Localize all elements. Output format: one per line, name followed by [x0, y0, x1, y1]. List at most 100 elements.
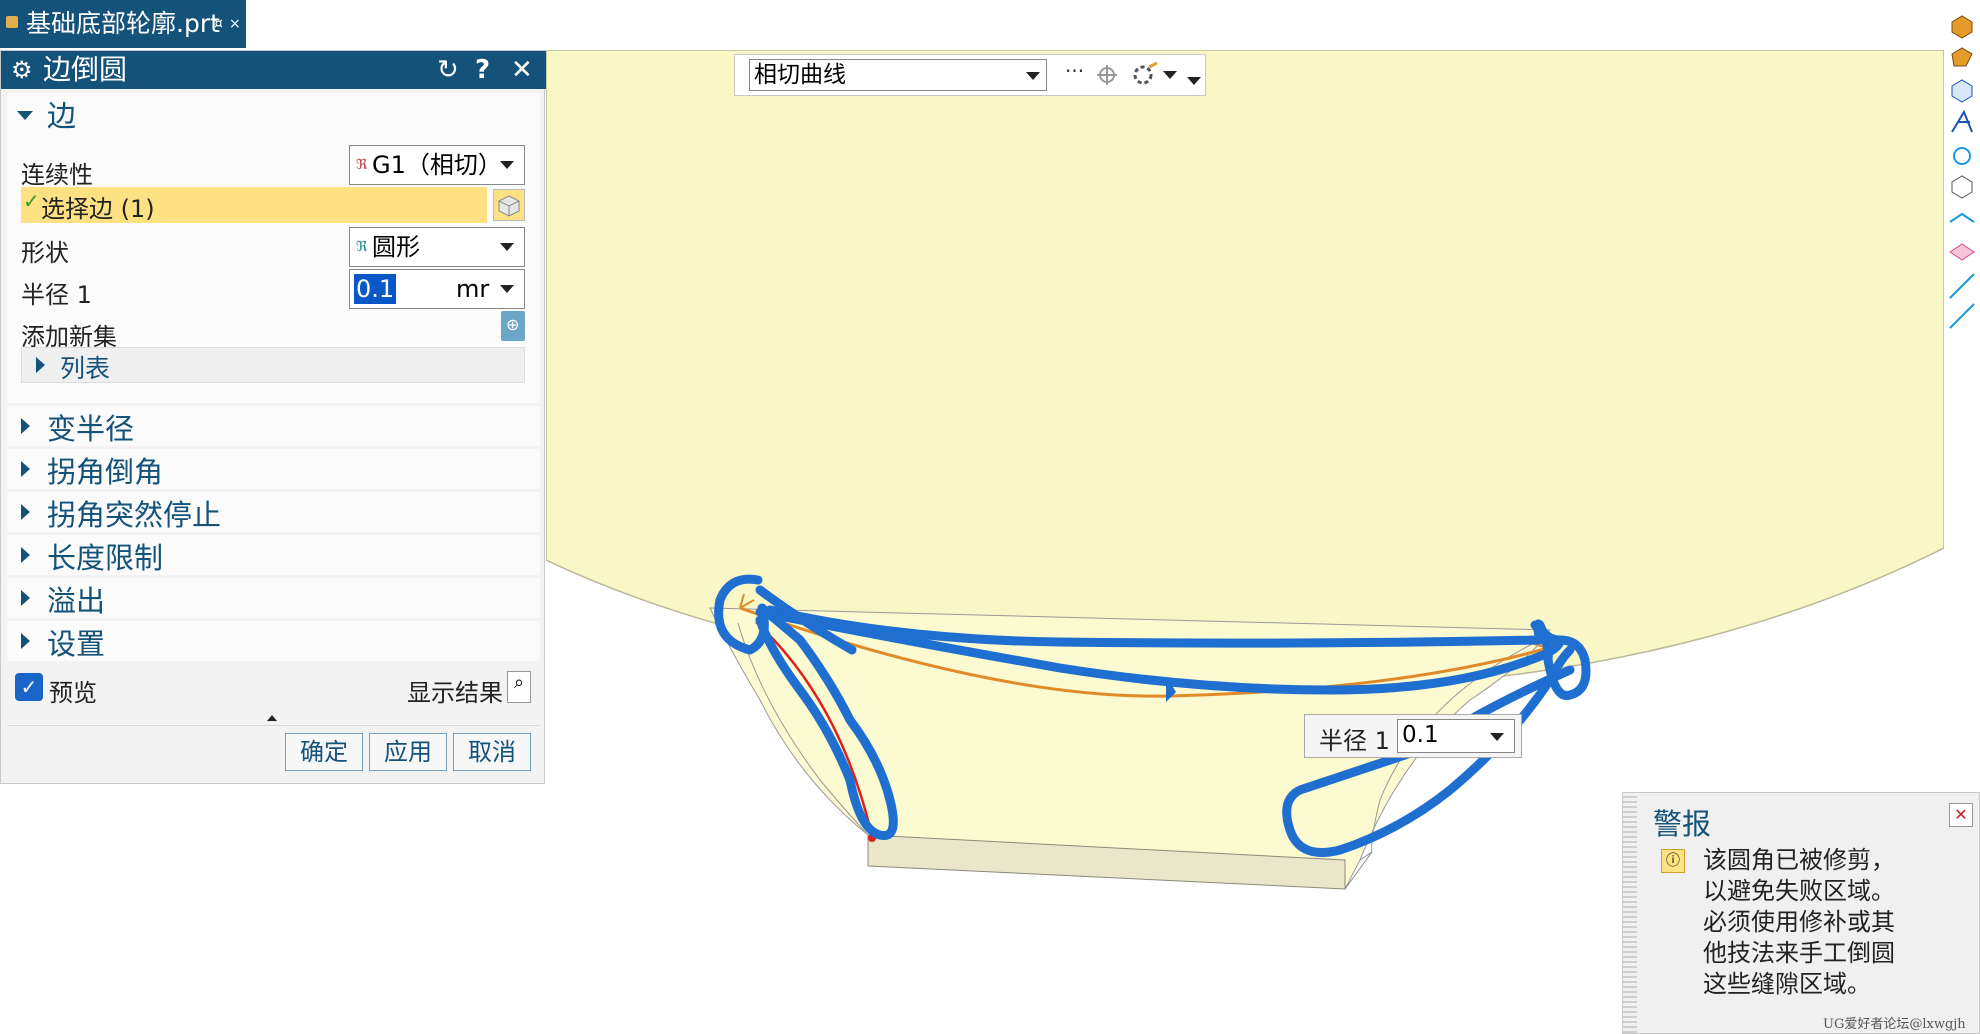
chevron-down-icon[interactable] — [1490, 733, 1504, 741]
close-icon[interactable]: ✕ — [511, 51, 533, 89]
radius-value[interactable]: 0.1 — [354, 274, 397, 304]
collapse-icon[interactable] — [17, 111, 33, 120]
info-icon: ⓘ — [1661, 849, 1685, 873]
section-variable-radius[interactable]: 变半径 — [7, 406, 540, 446]
dialog-title-bar[interactable]: ⚙ 边倒圆 ↻ ? ✕ — [1, 51, 546, 89]
expand-icon — [21, 633, 30, 649]
add-new-set-button[interactable]: ⊕ — [501, 311, 525, 341]
shape-value: 圆形 — [372, 233, 420, 261]
alert-panel: 警报 ✕ ⓘ 该圆角已被修剪， 以避免失败区域。 必须使用修补或其 他技法来手工… — [1622, 792, 1980, 1034]
section-label: 变半径 — [47, 412, 135, 446]
analysis-icon — [1953, 147, 1971, 165]
show-result-button[interactable]: ⌕ — [507, 671, 531, 703]
ok-button[interactable]: 确定 — [285, 733, 363, 771]
line2-icon — [1949, 303, 1975, 329]
list-label: 列表 — [60, 354, 111, 383]
section-stop-short-of-corner[interactable]: 拐角突然停止 — [7, 492, 540, 532]
expand-icon — [21, 547, 30, 563]
pin-tab-icon[interactable]: ¤ — [214, 0, 223, 48]
face-icon — [1949, 212, 1975, 223]
select-edge-row[interactable]: ✓ 选择边 (1) — [21, 187, 487, 223]
shape-dropdown[interactable]: ℜ 圆形 — [349, 227, 525, 267]
continuity-label: 连续性 — [21, 161, 93, 189]
select-edge-label: 选择边 (1) — [41, 195, 155, 223]
preview-label: 预览 — [49, 679, 97, 707]
section-corner-setback[interactable]: 拐角倒角 — [7, 449, 540, 489]
type-filter-value: 相切曲线 — [754, 62, 846, 88]
alert-line: 必须使用修补或其 — [1703, 908, 1895, 936]
chevron-down-icon[interactable] — [1163, 71, 1177, 79]
edge-blend-dialog: ⚙ 边倒圆 ↻ ? ✕ 边 连续性 ℜ G1（相切） ✓ 选择边 (1) 形状 … — [0, 50, 546, 784]
section-label: 溢出 — [47, 584, 106, 618]
datum-icon — [1951, 109, 1973, 133]
alert-line: 以避免失败区域。 — [1703, 877, 1895, 905]
snap-point-icon[interactable] — [1095, 63, 1119, 87]
apply-button[interactable]: 应用 — [369, 733, 447, 771]
close-tab-icon[interactable]: × — [229, 0, 241, 48]
box-view-icon — [1951, 175, 1973, 199]
shape-label: 形状 — [21, 239, 69, 267]
part-file-icon — [6, 16, 18, 28]
edge-select-icon — [498, 195, 520, 217]
chevron-down-icon[interactable] — [1026, 72, 1040, 80]
close-icon: ✕ — [1954, 805, 1968, 824]
continuity-dropdown[interactable]: ℜ G1（相切） — [349, 145, 525, 185]
expand-icon — [21, 461, 30, 477]
line-icon — [1949, 273, 1975, 299]
alert-close-button[interactable]: ✕ — [1949, 803, 1973, 827]
section-label: 拐角倒角 — [47, 455, 164, 489]
selection-settings-icon[interactable] — [1131, 61, 1159, 89]
chevron-down-icon[interactable] — [500, 243, 514, 251]
document-tab-bar: 基础底部轮廓.prt ¤ × — [0, 0, 1980, 51]
chevron-down-icon[interactable] — [500, 285, 514, 293]
radius-popup-label: 半径 1 — [1319, 727, 1390, 755]
chevron-down-icon[interactable] — [500, 161, 514, 169]
section-overflow[interactable]: 溢出 — [7, 578, 540, 618]
cancel-button[interactable]: 取消 — [453, 733, 531, 771]
alert-message: 该圆角已被修剪， 以避免失败区域。 必须使用修补或其 他技法来手工倒圆 这些缝隙… — [1703, 845, 1895, 1000]
g1-icon: ℜ — [356, 157, 368, 173]
radius-onscreen-input[interactable]: 半径 1 0.1 — [1304, 714, 1522, 758]
alert-grip[interactable] — [1623, 793, 1637, 1033]
check-icon: ✓ — [23, 189, 40, 213]
section-settings[interactable]: 设置 — [7, 621, 540, 661]
expand-icon — [21, 504, 30, 520]
section-length-limit[interactable]: 长度限制 — [7, 535, 540, 575]
toolbar-overflow-icon[interactable] — [1187, 77, 1201, 85]
expand-icon — [21, 418, 30, 434]
gear-icon: ⚙ — [11, 56, 33, 84]
collapse-dialog-icon[interactable] — [267, 715, 277, 721]
radius-popup-field[interactable]: 0.1 — [1397, 719, 1515, 753]
help-icon[interactable]: ? — [475, 51, 490, 89]
selection-bar: 相切曲线 ··· — [734, 54, 1206, 96]
dialog-divider — [7, 725, 540, 726]
expand-icon — [21, 590, 30, 606]
section-label: 设置 — [47, 627, 106, 661]
file-tab-title: 基础底部轮廓.prt — [26, 9, 220, 38]
more-options-icon[interactable]: ··· — [1065, 59, 1084, 83]
plus-icon: ⊕ — [506, 315, 520, 334]
solid-edit-icon — [1951, 47, 1973, 67]
alert-line: 他技法来手工倒圆 — [1703, 939, 1895, 967]
type-filter-dropdown[interactable]: 相切曲线 — [749, 59, 1047, 91]
expand-icon — [36, 357, 45, 373]
plane-icon — [1949, 243, 1975, 261]
circular-shape-icon: ℜ — [356, 239, 368, 255]
reset-icon[interactable]: ↻ — [437, 51, 459, 89]
radius-popup-value: 0.1 — [1402, 722, 1439, 748]
watermark: UG爱好者论坛@lxwgjh — [1823, 1017, 1966, 1032]
list-subgroup[interactable]: 列表 — [21, 347, 525, 383]
preview-checkbox[interactable]: ✓ — [15, 673, 43, 701]
alert-line: 该圆角已被修剪， — [1703, 846, 1895, 874]
edge-group-header[interactable]: 边 — [47, 93, 76, 135]
wireframe-icon — [1951, 79, 1973, 103]
radius-unit[interactable]: mr — [456, 270, 489, 308]
continuity-value: G1（相切） — [372, 151, 502, 179]
alert-line: 这些缝隙区域。 — [1703, 970, 1871, 998]
right-toolbar-icons — [1949, 15, 1975, 329]
section-label: 长度限制 — [47, 541, 164, 575]
file-tab[interactable]: 基础底部轮廓.prt ¤ × — [0, 0, 246, 48]
edge-group: 边 连续性 ℜ G1（相切） ✓ 选择边 (1) 形状 ℜ 圆形 半径 1 0.… — [7, 93, 540, 403]
select-edge-button[interactable] — [493, 189, 525, 221]
radius-field[interactable]: 0.1 mr — [349, 269, 525, 309]
